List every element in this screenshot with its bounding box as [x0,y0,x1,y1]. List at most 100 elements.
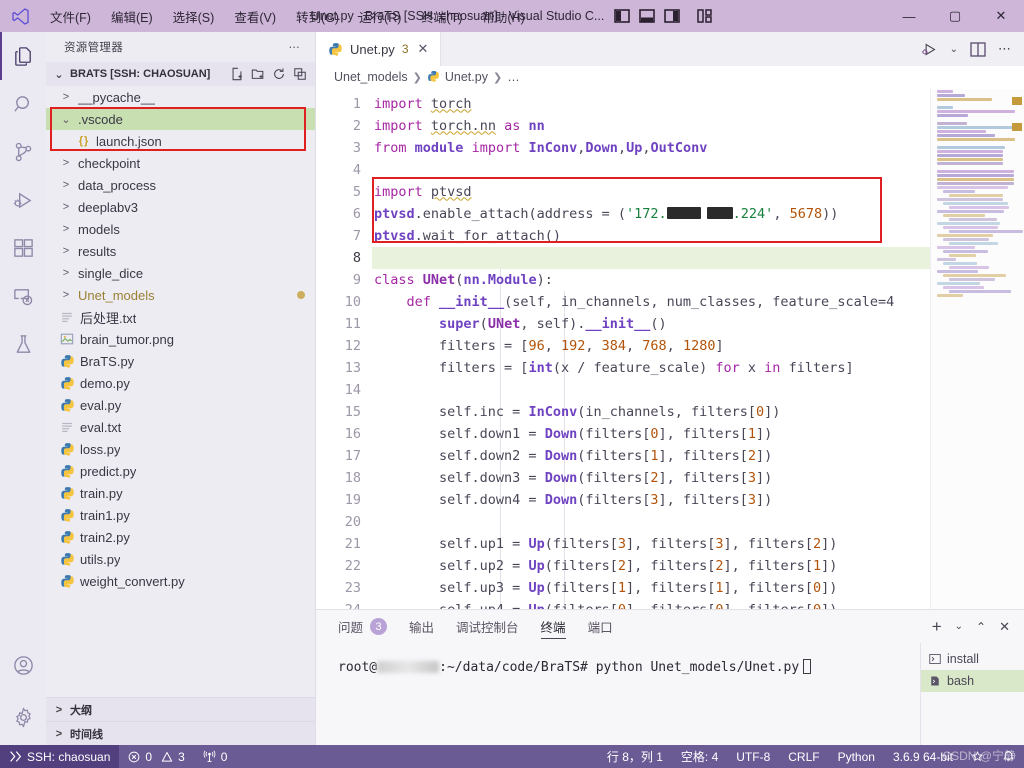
code-content[interactable]: import torch import torch.nn as nn from mo… [372,89,1024,609]
chevron-down-icon[interactable]: ⌄ [58,113,74,126]
menu-selection[interactable]: 选择(S) [163,4,225,29]
chevron-right-icon[interactable]: > [58,179,74,191]
activity-extensions-icon[interactable] [0,224,46,272]
editor-more-actions-icon[interactable]: ⋯ [998,41,1012,57]
activity-explorer-icon[interactable] [0,32,46,80]
code-line[interactable]: filters = [int(x / feature_scale) for x … [372,357,1024,379]
run-options-chevron-down-icon[interactable]: ⌄ [950,44,958,55]
tree-item-deeplabv3[interactable]: > deeplabv3 [46,196,315,218]
chevron-right-icon[interactable]: > [52,728,66,740]
toggle-sidebar-icon[interactable] [614,9,630,23]
menu-edit[interactable]: 编辑(E) [101,4,163,29]
tree-item-launch.json[interactable]: { } launch.json [46,130,315,152]
status-encoding[interactable]: UTF-8 [727,745,779,768]
chevron-right-icon[interactable]: > [58,157,74,169]
tree-item-eval.py[interactable]: eval.py [46,394,315,416]
status-radio-tower[interactable]: 0 [194,745,237,768]
outline-section[interactable]: > 大纲 [46,697,315,721]
explorer-more-icon[interactable]: ⋯ [289,40,302,54]
refresh-icon[interactable] [272,67,286,81]
close-button[interactable]: ✕ [978,0,1024,32]
code-line[interactable]: super(UNet, self).__init__() [372,313,1024,335]
tree-item-results[interactable]: > results [46,240,315,262]
code-line[interactable]: filters = [96, 192, 384, 768, 1280] [372,335,1024,357]
terminal-instance-list[interactable]: install bash [920,643,1024,745]
code-line[interactable]: self.inc = InConv(in_channels, filters[0… [372,401,1024,423]
chevron-right-icon[interactable]: > [58,267,74,279]
code-editor[interactable]: 123456789101112131415161718192021222324 … [316,89,1024,609]
status-language-mode[interactable]: Python [829,745,884,768]
chevron-right-icon[interactable]: > [52,704,66,716]
status-cursor-position[interactable]: 行 8，列 1 [598,745,672,768]
maximize-panel-icon[interactable]: ⌃ [976,620,986,634]
breadcrumb-folder[interactable]: Unet_models [334,70,408,84]
workspace-root-row[interactable]: ⌄ BRATS [SSH: CHAOSUAN] [46,62,315,86]
code-line[interactable]: self.up4 = Up(filters[0], filters[0], fi… [372,599,1024,609]
menu-help[interactable]: 帮助(H) [472,4,534,29]
activity-search-icon[interactable] [0,80,46,128]
timeline-section[interactable]: > 时间线 [46,721,315,745]
chevron-right-icon[interactable]: > [58,245,74,257]
collapse-all-icon[interactable] [293,67,307,81]
breadcrumb-symbols[interactable]: … [507,70,520,84]
chevron-right-icon[interactable]: > [58,91,74,103]
panel-tab-0[interactable]: 问题 3 [338,610,387,643]
code-line[interactable]: self.down4 = Down(filters[3], filters[3]… [372,489,1024,511]
activity-remote-explorer-icon[interactable] [0,272,46,320]
code-line[interactable]: def __init__(self, in_channels, num_clas… [372,291,1024,313]
tree-item-train2.py[interactable]: train2.py [46,526,315,548]
tree-item-unet_models[interactable]: > Unet_models [46,284,315,306]
toggle-panel-icon[interactable] [639,9,655,23]
new-folder-icon[interactable] [251,67,265,81]
tree-item-checkpoint[interactable]: > checkpoint [46,152,315,174]
code-line[interactable] [372,379,1024,401]
code-line[interactable]: self.down1 = Down(filters[0], filters[1]… [372,423,1024,445]
tree-item-demo.py[interactable]: demo.py [46,372,315,394]
close-panel-icon[interactable]: ✕ [999,619,1010,635]
terminal-output[interactable]: root@:~/data/code/BraTS# python Unet_mod… [316,643,920,745]
minimize-button[interactable]: — [886,0,932,32]
tree-item-weight_convert.py[interactable]: weight_convert.py [46,570,315,592]
tree-item-single_dice[interactable]: > single_dice [46,262,315,284]
status-eol[interactable]: CRLF [779,745,828,768]
code-line[interactable]: self.down2 = Down(filters[1], filters[2]… [372,445,1024,467]
tree-item-utils.py[interactable]: utils.py [46,548,315,570]
chevron-right-icon[interactable]: > [58,201,74,213]
tree-item-brain_tumor.png[interactable]: brain_tumor.png [46,328,315,350]
toggle-secondary-sidebar-icon[interactable] [664,9,680,23]
code-line[interactable]: ptvsd.enable_attach(address = ('172. .224… [372,203,1024,225]
tab-close-icon[interactable]: ✕ [416,41,431,57]
terminal-instance-bash[interactable]: bash [921,670,1024,692]
terminal-dropdown-chevron-down-icon[interactable]: ⌄ [955,621,963,632]
code-line[interactable]: ptvsd.wait_for_attach() [372,225,1024,247]
minimap[interactable] [930,89,1024,609]
tree-item-brats.py[interactable]: BraTS.py [46,350,315,372]
menu-run[interactable]: 运行(R) [349,4,411,29]
status-remote-ssh[interactable]: SSH: chaosuan [0,745,119,768]
code-line[interactable]: self.down3 = Down(filters[2], filters[3]… [372,467,1024,489]
panel-tab-1[interactable]: 输出 [409,610,434,643]
tree-item-train1.py[interactable]: train1.py [46,504,315,526]
code-line[interactable]: self.up1 = Up(filters[3], filters[3], fi… [372,533,1024,555]
code-line[interactable]: from module import InConv,Down,Up,OutCon… [372,137,1024,159]
menu-terminal[interactable]: 终端(T) [411,4,472,29]
tree-item-__pycache__[interactable]: > __pycache__ [46,86,315,108]
code-line[interactable]: self.up3 = Up(filters[1], filters[1], fi… [372,577,1024,599]
new-file-icon[interactable] [230,67,244,81]
chevron-right-icon[interactable]: > [58,223,74,235]
tree-item-train.py[interactable]: train.py [46,482,315,504]
activity-source-control-icon[interactable] [0,128,46,176]
code-line[interactable]: self.up2 = Up(filters[2], filters[2], fi… [372,555,1024,577]
split-editor-icon[interactable] [970,42,986,57]
file-tree[interactable]: > __pycache__ ⌄ .vscode { } launch.json > check… [46,86,315,697]
code-line[interactable] [372,511,1024,533]
maximize-button[interactable]: ▢ [932,0,978,32]
activity-account-icon[interactable] [0,641,46,689]
tree-item-.txt[interactable]: 后处理.txt [46,306,315,328]
status-python-interpreter[interactable]: 3.6.9 64-bit [884,745,962,768]
chevron-down-icon[interactable]: ⌄ [52,68,66,81]
activity-testing-icon[interactable] [0,320,46,368]
status-bell-icon[interactable] [993,745,1024,768]
tree-item-data_process[interactable]: > data_process [46,174,315,196]
status-feedback-icon[interactable] [962,745,993,768]
